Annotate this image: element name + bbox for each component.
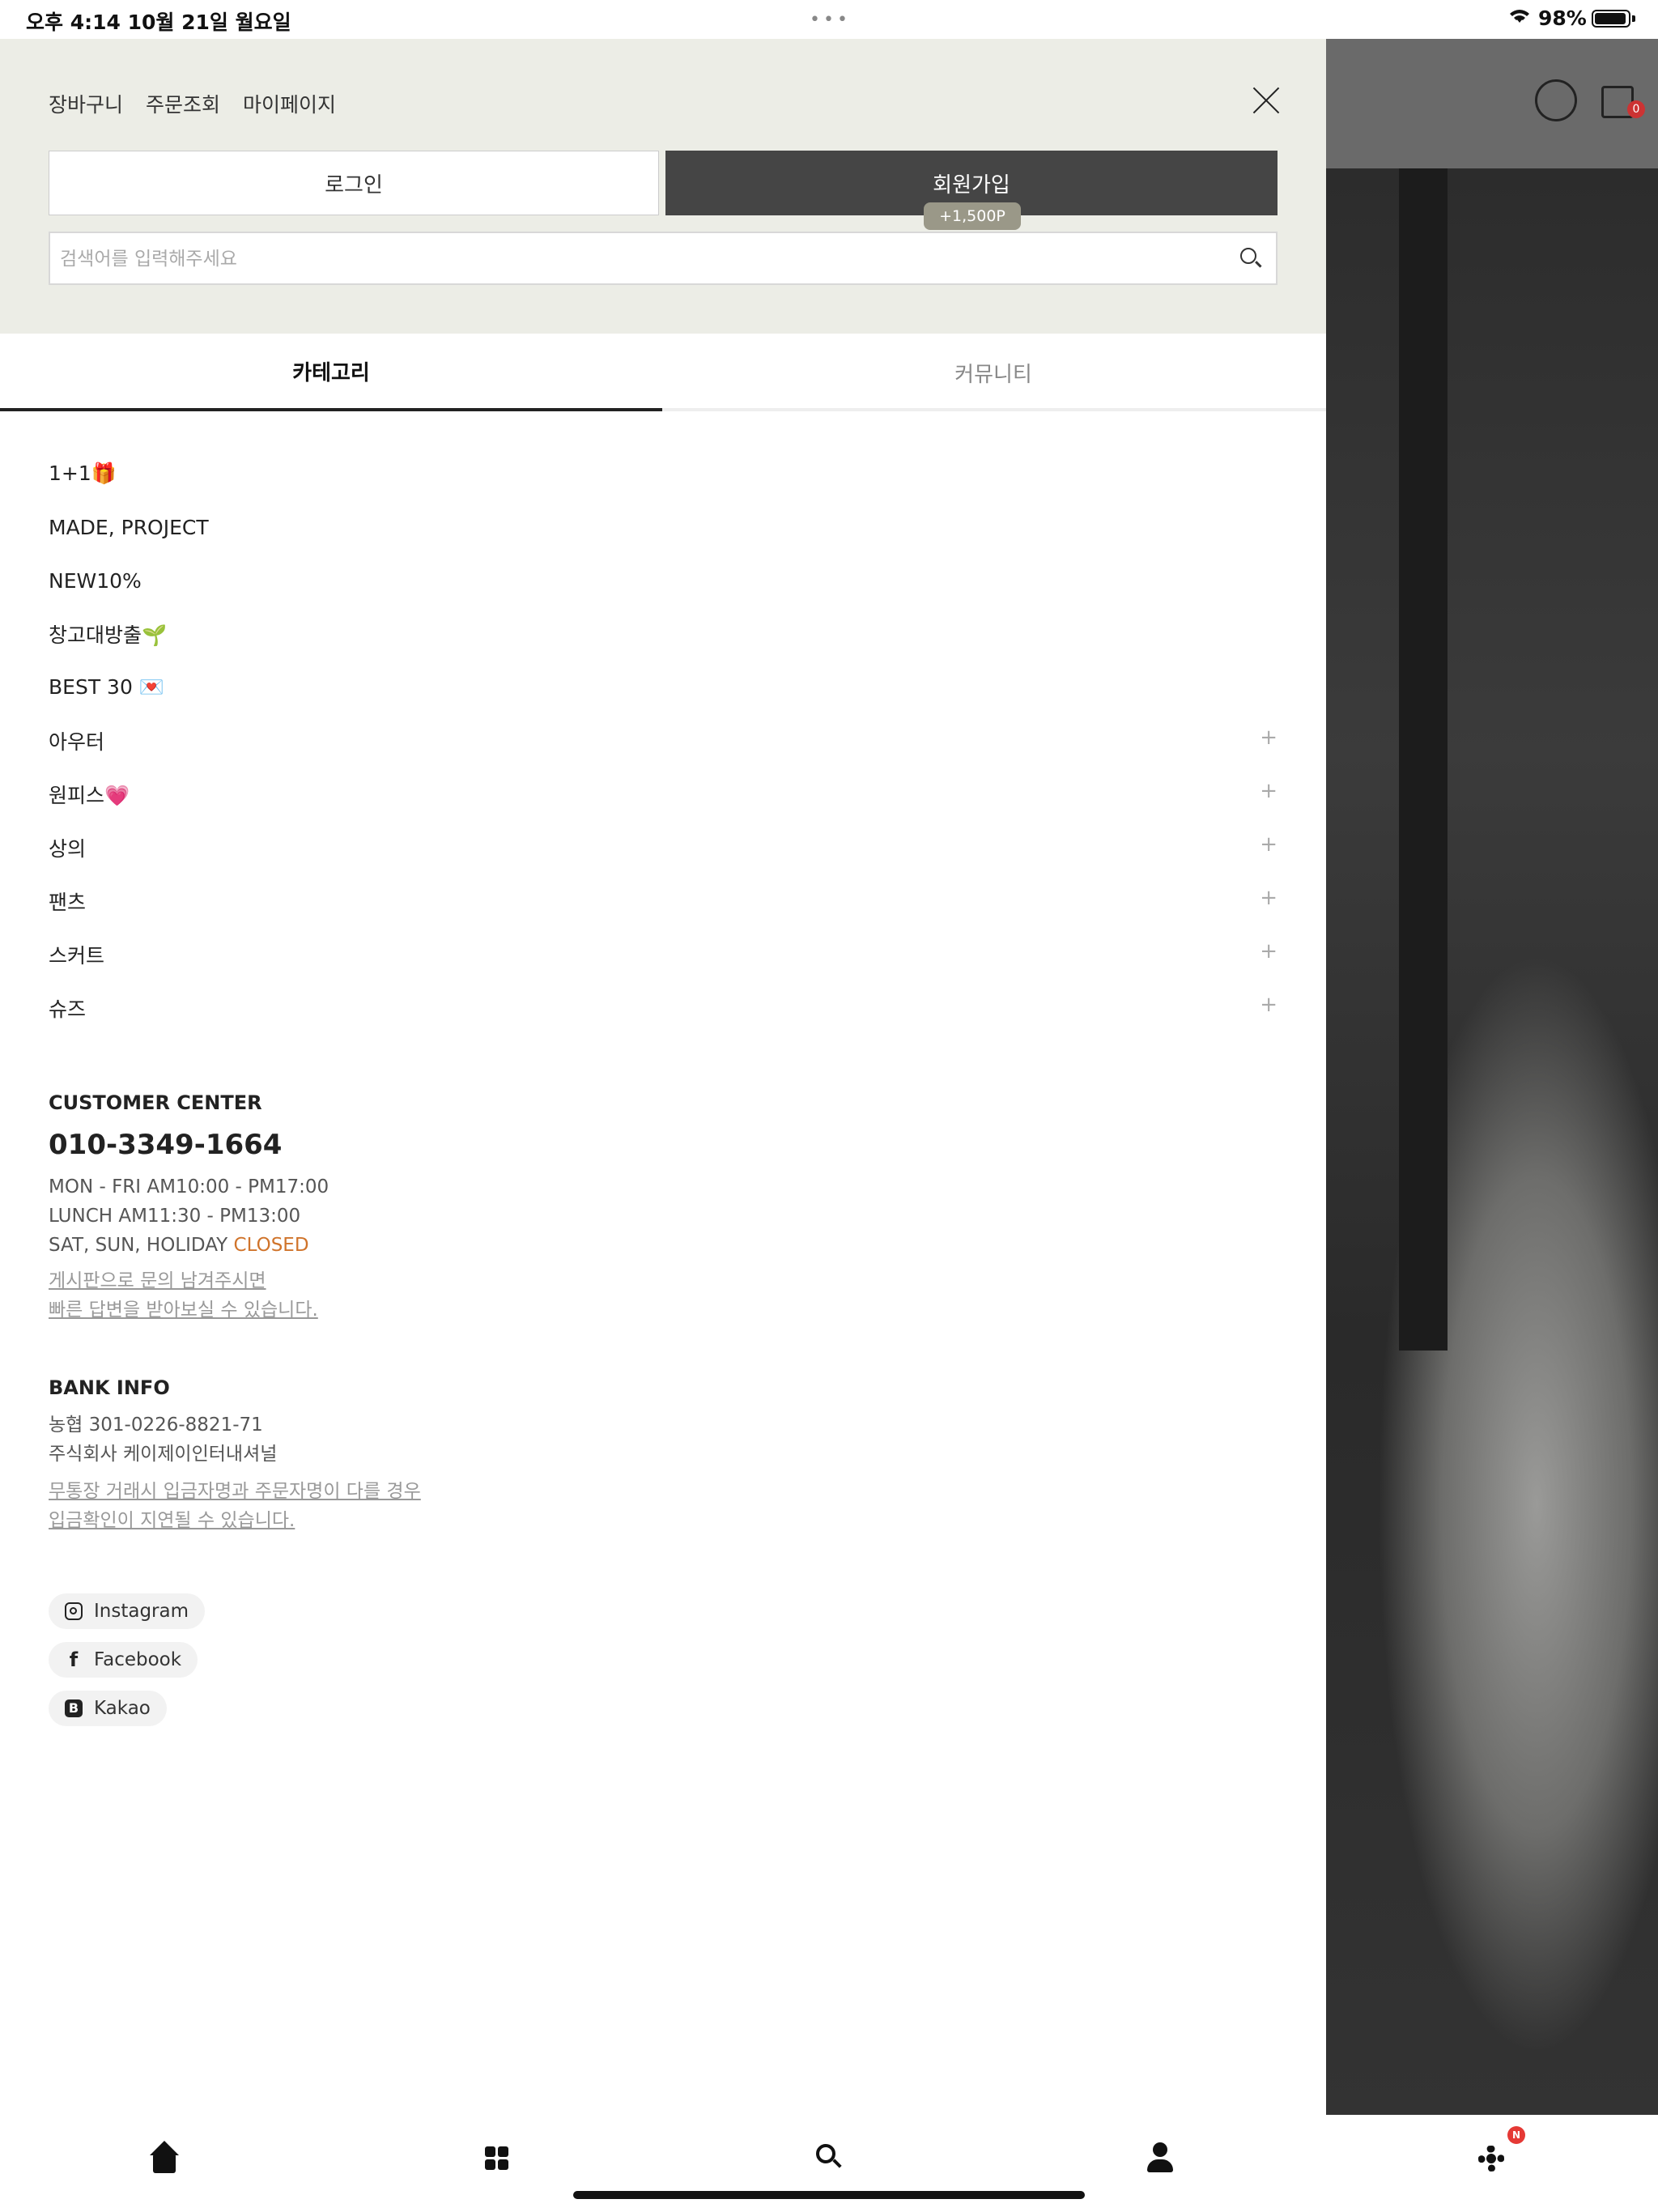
cart-count-badge: 0 (1627, 100, 1645, 118)
side-drawer: 장바구니 주문조회 마이페이지 로그인 회원가입 +1,500P 카테고리 커뮤… (0, 39, 1326, 2115)
background-header: 0 (1326, 39, 1658, 168)
instagram-label: Instagram (94, 1601, 189, 1622)
drawer-header: 장바구니 주문조회 마이페이지 로그인 회원가입 +1,500P (0, 39, 1326, 334)
home-icon[interactable] (142, 2134, 190, 2183)
tab-community[interactable]: 커뮤니티 (662, 334, 1324, 411)
bank-account: 농협 301-0226-8821-71 (49, 1414, 263, 1436)
battery-percent: 98% (1538, 6, 1587, 30)
background-page[interactable]: 0 (1326, 39, 1658, 2115)
category-item[interactable]: 창고대방출🌱 (49, 607, 1278, 661)
user-icon[interactable] (1136, 2134, 1184, 2183)
facebook-label: Facebook (94, 1649, 182, 1670)
weekday-hours: MON - FRI AM10:00 - PM17:00 (49, 1176, 329, 1197)
instagram-icon (65, 1602, 83, 1620)
category-item[interactable]: 원피스💗 + (49, 768, 1278, 821)
board-inquiry-link-line2[interactable]: 빠른 답변을 받아보실 수 있습니다. (49, 1295, 777, 1325)
closed-status: CLOSED (233, 1235, 309, 1256)
wifi-icon (1507, 6, 1532, 32)
category-label: 팬츠 (49, 891, 87, 914)
category-item[interactable]: 상의 + (49, 821, 1278, 874)
kakao-icon: B (65, 1699, 83, 1717)
tab-category[interactable]: 카테고리 (0, 334, 662, 411)
bank-note-line1: 무통장 거래시 입금자명과 주문자명이 다를 경우 (49, 1481, 421, 1502)
category-item[interactable]: NEW10% (49, 554, 1278, 607)
category-item[interactable]: 스커트 + (49, 928, 1278, 981)
category-item[interactable]: MADE, PROJECT (49, 500, 1278, 554)
search-icon[interactable] (1240, 248, 1256, 264)
bank-info-title: BANK INFO (49, 1376, 170, 1399)
customer-center: CUSTOMER CENTER 010-3349-1664 MON - FRI … (49, 1091, 777, 1325)
expand-plus-icon[interactable]: + (1260, 832, 1278, 857)
bank-info: BANK INFO 농협 301-0226-8821-71 주식회사 케이제이인… (49, 1376, 777, 1535)
kakao-label: Kakao (94, 1698, 151, 1719)
kakao-link[interactable]: B Kakao (49, 1691, 167, 1726)
grid-cell (498, 2159, 508, 2170)
close-icon[interactable] (1250, 84, 1282, 117)
category-label: 상의 (49, 837, 87, 861)
new-badge: N (1507, 2126, 1525, 2144)
cart-link[interactable]: 장바구니 (49, 89, 123, 118)
category-item[interactable]: 아우터 + (49, 714, 1278, 768)
customer-support-icon[interactable] (1535, 79, 1577, 121)
category-item[interactable]: 1+1🎁 (49, 447, 1278, 500)
search-input[interactable] (58, 241, 1211, 277)
category-item[interactable]: 슈즈 + (49, 981, 1278, 1035)
battery-tip (1632, 15, 1635, 22)
category-label: BEST 30 💌 (49, 675, 164, 699)
category-label: 슈즈 (49, 998, 87, 1021)
expand-plus-icon[interactable]: + (1260, 939, 1278, 963)
search-tab-icon[interactable] (805, 2134, 853, 2183)
bank-holder: 주식회사 케이제이인터내셔널 (49, 1444, 278, 1465)
order-lookup-link[interactable]: 주문조회 (146, 89, 220, 118)
social-links: Instagram f Facebook B Kakao (49, 1593, 206, 1739)
facebook-icon: f (69, 1648, 79, 1671)
bank-note-line2: 입금확인이 지연될 수 있습니다. (49, 1510, 295, 1531)
grid-cell (485, 2146, 495, 2157)
category-label: 아우터 (49, 730, 105, 754)
login-button[interactable]: 로그인 (49, 151, 659, 215)
category-item[interactable]: 팬츠 + (49, 874, 1278, 928)
facebook-link[interactable]: f Facebook (49, 1642, 198, 1678)
category-label: 스커트 (49, 944, 105, 968)
grid-cell (485, 2159, 495, 2170)
mypage-link[interactable]: 마이페이지 (243, 89, 336, 118)
expand-plus-icon[interactable]: + (1260, 993, 1278, 1017)
lunch-hours: LUNCH AM11:30 - PM13:00 (49, 1206, 301, 1227)
category-label: NEW10% (49, 568, 142, 593)
customer-center-title: CUSTOMER CENTER (49, 1091, 262, 1114)
weekend-hours: SAT, SUN, HOLIDAY CLOSED (49, 1231, 777, 1260)
category-grid-icon[interactable] (473, 2134, 521, 2183)
gear-icon[interactable] (1467, 2134, 1516, 2183)
category-label: 창고대방출🌱 (49, 623, 168, 647)
grid-cell (498, 2146, 508, 2157)
multitasking-dots[interactable]: ••• (810, 10, 851, 30)
category-list: 1+1🎁 MADE, PROJECT NEW10% 창고대방출🌱 BEST 30… (49, 447, 1278, 1035)
customer-center-phone[interactable]: 010-3349-1664 (49, 1129, 777, 1161)
top-links: 장바구니 주문조회 마이페이지 (49, 89, 336, 118)
weekend-label: SAT, SUN, HOLIDAY (49, 1235, 234, 1256)
signup-points-badge: +1,500P (924, 202, 1021, 230)
status-bar: 오후 4:14 10월 21일 월요일 ••• 98% (0, 0, 1658, 39)
category-label: 원피스💗 (49, 784, 130, 807)
home-indicator[interactable] (573, 2191, 1085, 2199)
expand-plus-icon[interactable]: + (1260, 886, 1278, 910)
board-inquiry-link-line1[interactable]: 게시판으로 문의 남겨주시면 (49, 1266, 777, 1295)
expand-plus-icon[interactable]: + (1260, 779, 1278, 803)
battery-icon (1592, 10, 1630, 28)
drawer-tabs: 카테고리 커뮤니티 (0, 334, 1326, 411)
status-time: 오후 4:14 10월 21일 월요일 (26, 11, 291, 34)
category-label: MADE, PROJECT (49, 515, 209, 539)
category-item[interactable]: BEST 30 💌 (49, 661, 1278, 714)
category-label: 1+1🎁 (49, 462, 117, 485)
background-photo (1326, 168, 1658, 2115)
instagram-link[interactable]: Instagram (49, 1593, 206, 1629)
background-photo-post (1399, 168, 1448, 1351)
expand-plus-icon[interactable]: + (1260, 725, 1278, 750)
search-box (49, 232, 1278, 285)
